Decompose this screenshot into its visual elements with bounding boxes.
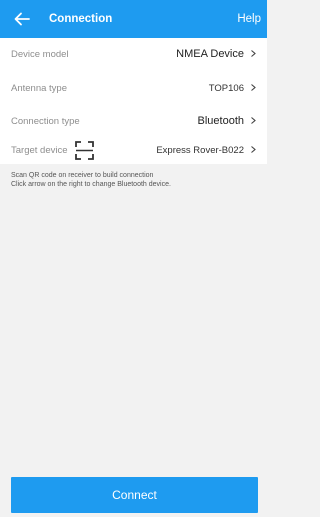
qr-scan-icon[interactable] — [75, 140, 94, 160]
hint-line-scan: Scan QR code on receiver to build connec… — [11, 172, 154, 179]
connection-hint: Scan QR code on receiver to build connec… — [11, 172, 261, 189]
device-model-label: Device model — [11, 48, 69, 60]
antenna-type-row[interactable]: Antenna type TOP106 — [0, 72, 267, 104]
device-model-value: NMEA Device — [176, 48, 244, 60]
target-device-value: Express Rover-B022 — [156, 144, 244, 156]
app-header: Connection Help — [0, 0, 267, 38]
chevron-right-icon[interactable] — [250, 146, 257, 153]
page-title: Connection — [49, 13, 113, 25]
chevron-right-icon — [251, 84, 256, 91]
chevron-right-icon — [251, 50, 256, 57]
antenna-type-value: TOP106 — [208, 82, 244, 94]
device-model-row[interactable]: Device model NMEA Device — [0, 38, 267, 70]
chevron-right-icon — [251, 117, 256, 124]
connection-type-row[interactable]: Connection type Bluetooth — [0, 105, 267, 137]
target-device-row[interactable]: Target device Express Rover-B022 — [0, 134, 267, 166]
help-button[interactable]: Help — [237, 13, 261, 25]
target-device-label: Target device — [11, 144, 68, 156]
connection-type-label: Connection type — [11, 115, 80, 127]
connect-button[interactable]: Connect — [11, 477, 258, 513]
connection-type-value: Bluetooth — [197, 115, 244, 127]
antenna-type-label: Antenna type — [11, 82, 67, 94]
back-arrow-icon[interactable] — [13, 10, 31, 28]
hint-line-bluetooth: Click arrow on the right to change Bluet… — [11, 180, 171, 188]
settings-list: Device model NMEA Device Antenna type TO… — [0, 38, 267, 164]
